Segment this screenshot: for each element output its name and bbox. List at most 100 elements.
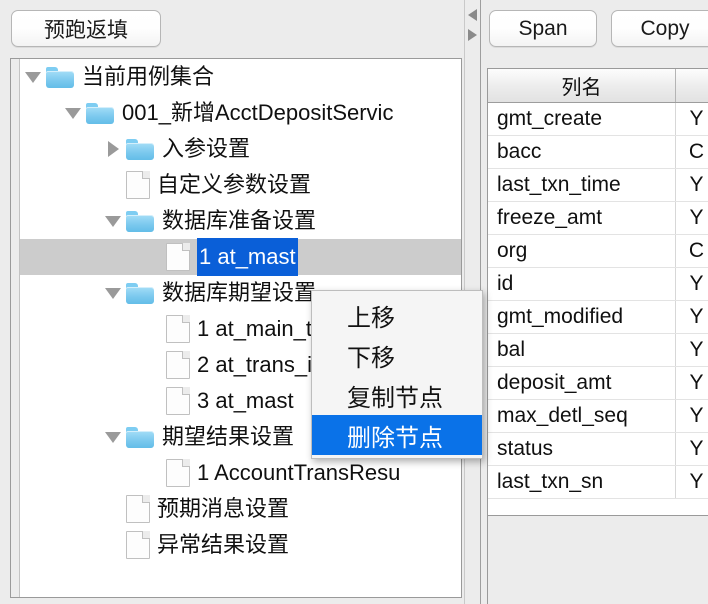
table-cell-flag: Y [689,338,704,361]
twisty-placeholder [140,383,166,419]
tree-row[interactable]: 001_新增AcctDepositServic [20,95,461,131]
tree-vertical-scrollbar[interactable] [11,59,20,597]
table-row[interactable]: bal Y [488,334,708,367]
tree-item-label: 自定义参数设置 [157,172,312,197]
tree-item-label: 当前用例集合 [82,64,215,89]
table-row[interactable]: gmt_modified Y [488,301,708,334]
table-header-column-flag[interactable] [676,69,708,102]
table-cell-column-name: status [488,433,676,465]
folder-icon [126,210,154,232]
tree-indent-spacer [20,275,100,311]
tree-indent-spacer [20,311,140,347]
tree-indent-spacer [20,455,140,491]
file-icon [126,171,150,199]
table-cell-column-name: id [488,268,676,300]
tree-row[interactable]: 自定义参数设置 [20,167,461,203]
twisty-placeholder [140,311,166,347]
tree-row[interactable]: 当前用例集合 [20,59,461,95]
copy-button[interactable]: Copy [611,10,708,47]
expand-right-arrow-icon[interactable] [468,29,477,41]
tree-item-label: 数据库期望设置 [162,280,317,305]
folder-icon [46,66,74,88]
prerun-backfill-button[interactable]: 预跑返填 [11,10,161,47]
chevron-down-icon[interactable] [20,59,46,95]
table-row[interactable]: bacc C [488,136,708,169]
table-row[interactable]: last_txn_time Y [488,169,708,202]
file-icon [166,243,190,271]
twisty-placeholder [140,239,166,275]
table-cell-flag: C [688,140,705,163]
file-icon [166,351,190,379]
table-cell-flag: Y [689,173,704,196]
context-menu-item[interactable]: 上移 [312,295,482,335]
table-empty-area [487,516,708,604]
tree-row[interactable]: 数据库准备设置 [20,203,461,239]
table-cell-column-name: max_detl_seq [488,400,676,432]
table-cell-column-name: gmt_create [488,103,676,135]
collapse-left-arrow-icon[interactable] [468,9,477,21]
right-toolbar: Span Copy [482,0,708,56]
tree-item-label: 2 at_trans_i [197,352,312,377]
file-icon [166,315,190,343]
tree-item-label: 入参设置 [162,136,251,161]
file-icon [126,531,150,559]
twisty-placeholder [100,167,126,203]
tree-row[interactable]: 1 at_mast [20,238,461,276]
table-cell-column-name: freeze_amt [488,202,676,234]
table-cell-column-name: bacc [488,136,676,168]
right-pane: Span Copy 列名 gmt_create Ybacc Clast_txn_ti… [482,0,708,604]
span-button[interactable]: Span [489,10,597,47]
tree-row[interactable]: 1 AccountTransResu [20,455,461,491]
chevron-down-icon[interactable] [100,203,126,239]
table-cell-column-name: gmt_modified [488,301,676,333]
chevron-down-icon[interactable] [100,275,126,311]
table-cell-column-name: org [488,235,676,267]
table-cell-flag: Y [689,371,704,394]
tree-indent-spacer [20,527,100,563]
table-row[interactable]: status Y [488,433,708,466]
table-row[interactable]: freeze_amt Y [488,202,708,235]
tree-row[interactable]: 入参设置 [20,131,461,167]
tree-item-label: 1 at_mast [197,238,298,276]
table-cell-flag: Y [689,470,704,493]
file-icon [166,387,190,415]
context-menu-item[interactable]: 删除节点 [312,415,482,455]
table-cell-flag: Y [689,206,704,229]
tree-indent-spacer [20,203,100,239]
table-cell-column-name: bal [488,334,676,366]
table-cell-flag: C [688,239,705,262]
table-cell-flag: Y [689,437,704,460]
tree-indent-spacer [20,491,100,527]
tree-context-menu[interactable]: 上移 下移 复制节点 删除节点 [311,290,483,459]
tree-item-label: 3 at_mast [197,388,294,413]
table-row[interactable]: org C [488,235,708,268]
chevron-down-icon[interactable] [100,419,126,455]
context-menu-item[interactable]: 下移 [312,335,482,375]
table-cell-flag: Y [689,305,704,328]
table-cell-column-name: last_txn_sn [488,466,676,498]
table-row[interactable]: last_txn_sn Y [488,466,708,499]
table-cell-column-name: deposit_amt [488,367,676,399]
twisty-placeholder [100,527,126,563]
tree-indent-spacer [20,167,100,203]
context-menu-item[interactable]: 复制节点 [312,375,482,415]
file-icon [126,495,150,523]
table-row[interactable]: gmt_create Y [488,103,708,136]
tree-indent-spacer [20,95,60,131]
table-row[interactable]: max_detl_seq Y [488,400,708,433]
chevron-right-icon[interactable] [100,131,126,167]
left-toolbar: 预跑返填 [0,0,464,56]
table-cell-flag: Y [689,107,704,130]
folder-icon [126,426,154,448]
folder-icon [86,102,114,124]
table-cell-flag: Y [689,272,704,295]
table-row[interactable]: id Y [488,268,708,301]
column-table-panel: 列名 gmt_create Ybacc Clast_txn_time Yfreeze_… [487,68,708,516]
tree-row[interactable]: 异常结果设置 [20,527,461,563]
twisty-placeholder [140,455,166,491]
chevron-down-icon[interactable] [60,95,86,131]
table-row[interactable]: deposit_amt Y [488,367,708,400]
tree-row[interactable]: 预期消息设置 [20,491,461,527]
tree-indent-spacer [20,383,140,419]
table-header-column-name[interactable]: 列名 [488,69,676,102]
